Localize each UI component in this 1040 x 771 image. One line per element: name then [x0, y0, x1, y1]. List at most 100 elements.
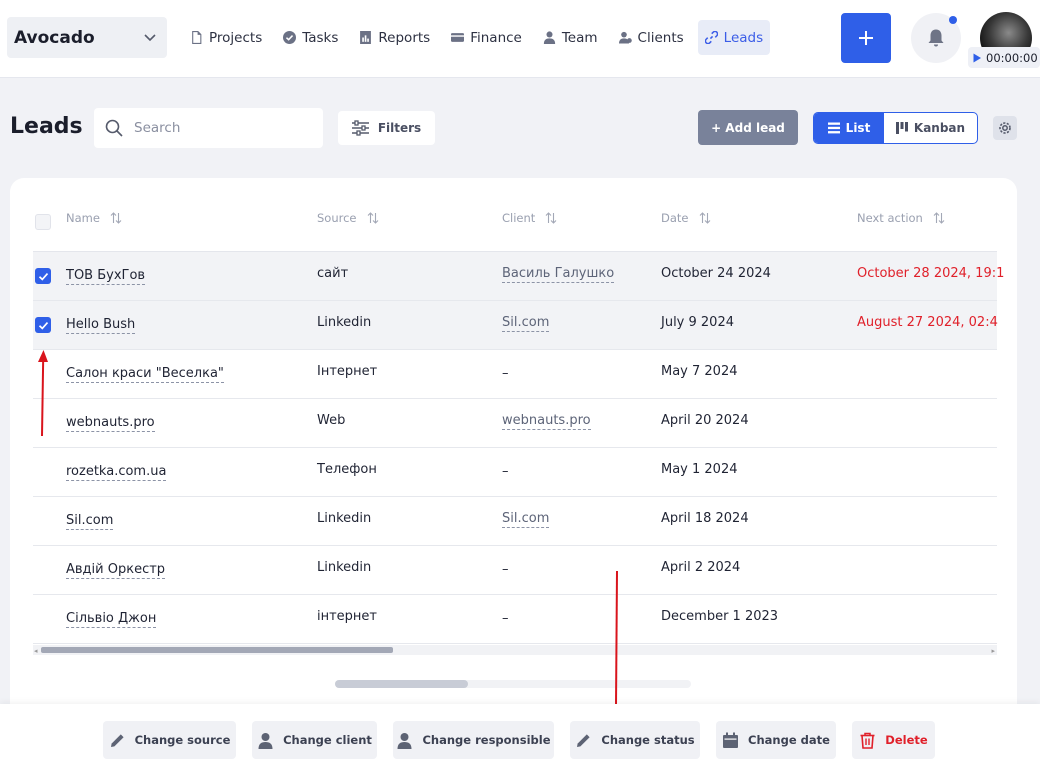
lead-name-link[interactable]: Sil.com: [66, 513, 114, 530]
row-checkbox[interactable]: [35, 317, 51, 333]
change-source-button[interactable]: Change source: [103, 721, 236, 759]
lead-date: May 7 2024: [661, 364, 738, 379]
lead-date: December 1 2023: [661, 609, 779, 624]
scroll-right-arrow-icon[interactable]: ▸: [991, 647, 995, 655]
lead-client-link[interactable]: webnauts.pro: [502, 413, 591, 430]
nav-leads[interactable]: Leads: [697, 20, 771, 55]
lead-client-link[interactable]: Sil.com: [502, 315, 550, 332]
search-input[interactable]: [134, 120, 304, 136]
table-row[interactable]: Sil.com Linkedin Sil.com April 18 2024: [33, 497, 997, 546]
person-icon: [258, 732, 273, 749]
view-kanban-label: Kanban: [913, 121, 966, 135]
column-header-next-action[interactable]: Next action: [857, 211, 945, 225]
change-responsible-button[interactable]: Change responsible: [393, 721, 554, 759]
nav-label: Leads: [723, 29, 764, 46]
scrollbar-thumb[interactable]: [41, 647, 393, 653]
lead-name-link[interactable]: ТОВ БухГов: [66, 268, 146, 285]
table-row[interactable]: Сільвіо Джон інтернет – December 1 2023: [33, 595, 997, 644]
table-row[interactable]: Hello Bush Linkedin Sil.com July 9 2024 …: [33, 301, 998, 350]
create-button[interactable]: [841, 13, 891, 63]
delete-button[interactable]: Delete: [852, 721, 935, 759]
workspace-name: Avocado: [14, 27, 95, 48]
notifications-button[interactable]: [911, 13, 961, 63]
lead-date: April 2 2024: [661, 560, 741, 575]
lead-name-link[interactable]: Авдій Оркестр: [66, 562, 166, 579]
change-client-button[interactable]: Change client: [252, 721, 377, 759]
lead-source: сайт: [317, 266, 349, 281]
table-row[interactable]: webnauts.pro Web webnauts.pro April 20 2…: [33, 399, 997, 448]
select-all-checkbox[interactable]: [35, 214, 51, 230]
lead-client-link[interactable]: Sil.com: [502, 511, 550, 528]
change-date-button[interactable]: Change date: [716, 721, 836, 759]
leads-table: Name Source Client Date Next action ТОВ …: [33, 178, 1004, 644]
user-icon: [543, 31, 555, 44]
nav-team[interactable]: Team: [536, 20, 605, 55]
document-icon: [192, 31, 202, 44]
list-icon: [827, 122, 840, 134]
nav-clients[interactable]: Clients: [612, 20, 691, 55]
row-checkbox[interactable]: [35, 268, 51, 284]
table-horizontal-scrollbar[interactable]: ◂ ▸: [33, 645, 997, 655]
table-row[interactable]: ТОВ БухГов сайт Василь Галушко October 2…: [33, 252, 1004, 301]
nav-reports[interactable]: Reports: [352, 20, 437, 55]
lead-source: інтернет: [317, 609, 378, 624]
nav-projects[interactable]: Projects: [183, 20, 269, 55]
page-scrollbar-thumb[interactable]: [335, 680, 468, 688]
wallet-icon: [451, 33, 465, 42]
timer-value: 00:00:00: [986, 50, 1038, 65]
lead-name-link[interactable]: webnauts.pro: [66, 415, 155, 432]
time-tracker[interactable]: 00:00:00: [968, 47, 1040, 68]
check-circle-icon: [283, 31, 297, 44]
lead-name-link[interactable]: Hello Bush: [66, 317, 136, 334]
change-status-button[interactable]: Change status: [570, 721, 700, 759]
leads-icon: [704, 31, 718, 44]
nav-finance[interactable]: Finance: [444, 20, 529, 55]
lead-next-action: October 28 2024, 19:1: [857, 266, 1005, 281]
add-lead-button[interactable]: + Add lead: [698, 110, 798, 145]
filters-button[interactable]: Filters: [338, 111, 435, 145]
view-toggle: List Kanban: [813, 112, 978, 144]
workspace-switcher[interactable]: Avocado: [7, 17, 167, 58]
lead-client-link[interactable]: Василь Галушко: [502, 266, 615, 283]
lead-date: April 18 2024: [661, 511, 749, 526]
lead-name-link[interactable]: Сільвіо Джон: [66, 611, 157, 628]
lead-next-action: August 27 2024, 02:4: [857, 315, 998, 330]
lead-name-link[interactable]: Салон краси "Веселка": [66, 366, 224, 383]
chevron-down-icon: [144, 34, 156, 42]
filters-label: Filters: [377, 121, 422, 135]
view-list-label: List: [845, 121, 871, 135]
table-settings-button[interactable]: [993, 116, 1017, 140]
table-row[interactable]: Салон краси "Веселка" Інтернет – May 7 2…: [33, 350, 997, 399]
column-header-name[interactable]: Name: [66, 211, 122, 225]
bell-icon: [928, 29, 944, 47]
column-header-date[interactable]: Date: [661, 211, 711, 225]
top-bar: Avocado Projects Tasks Reports Finance T…: [0, 0, 1040, 78]
person-icon: [397, 732, 412, 749]
lead-date: July 9 2024: [661, 315, 734, 330]
kanban-icon: [895, 122, 908, 134]
scroll-left-arrow-icon[interactable]: ◂: [34, 647, 38, 655]
nav-label: Clients: [637, 29, 684, 46]
table-row[interactable]: Авдій Оркестр Linkedin – April 2 2024: [33, 546, 997, 595]
column-header-client[interactable]: Client: [502, 211, 557, 225]
plus-icon: [859, 31, 873, 45]
search-box[interactable]: [94, 108, 323, 148]
sort-icon: [699, 212, 710, 224]
nav-label: Team: [561, 29, 598, 46]
pencil-icon: [577, 733, 590, 747]
nav-tasks[interactable]: Tasks: [276, 20, 345, 55]
column-header-source[interactable]: Source: [317, 211, 379, 225]
lead-name-link[interactable]: rozetka.com.ua: [66, 464, 167, 481]
sort-icon: [545, 212, 557, 224]
check-icon: [38, 321, 48, 330]
lead-date: October 24 2024: [661, 266, 771, 281]
nav-label: Reports: [378, 29, 431, 46]
sort-icon: [933, 212, 945, 224]
view-list-button[interactable]: List: [814, 113, 884, 143]
lead-client-empty: –: [502, 611, 509, 626]
page-scrollbar[interactable]: [335, 680, 691, 688]
lead-client-empty: –: [502, 366, 509, 381]
table-row[interactable]: rozetka.com.ua Телефон – May 1 2024: [33, 448, 997, 497]
lead-source: Linkedin: [317, 315, 372, 330]
view-kanban-button[interactable]: Kanban: [884, 113, 977, 143]
